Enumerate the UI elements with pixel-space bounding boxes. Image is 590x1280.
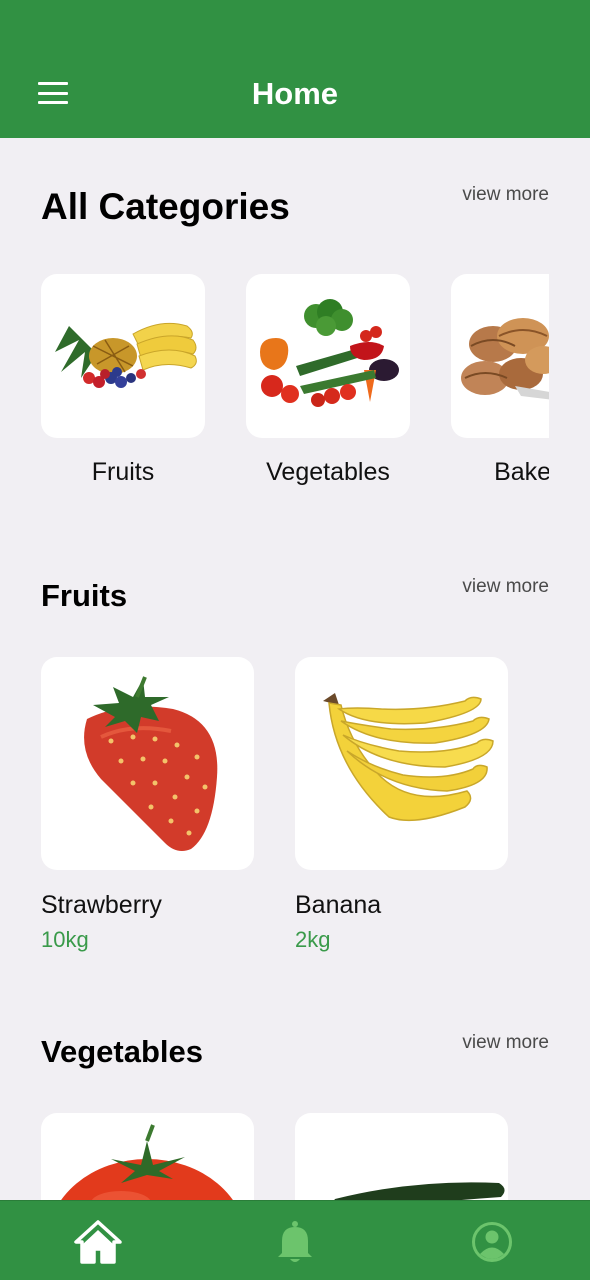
- product-card[interactable]: [295, 657, 508, 870]
- category-item-bakery[interactable]: Bakery: [451, 274, 549, 486]
- category-card[interactable]: [246, 274, 410, 438]
- banana-image: [323, 693, 494, 822]
- category-card[interactable]: [451, 274, 549, 438]
- product-name: Strawberry: [41, 891, 162, 919]
- category-item-vegetables[interactable]: Vegetables: [246, 274, 410, 486]
- app-bar: Home: [0, 0, 590, 138]
- profile-icon: [472, 1222, 512, 1262]
- product-weight: 10kg: [41, 927, 89, 952]
- category-item-fruits[interactable]: Fruits: [41, 274, 205, 486]
- categories-section-title: All Categories: [41, 186, 290, 227]
- categories-view-more-link[interactable]: view more: [462, 184, 549, 206]
- product-item-cucumber[interactable]: [295, 1113, 508, 1200]
- product-item-strawberry[interactable]: Strawberry 10kg: [41, 657, 254, 952]
- nav-notifications-button[interactable]: [270, 1217, 320, 1267]
- category-label: Vegetables: [266, 458, 390, 486]
- product-name: Banana: [295, 891, 382, 919]
- vegetables-section-title: Vegetables: [41, 1034, 203, 1069]
- home-icon: [74, 1220, 122, 1264]
- bakery-image: [461, 318, 549, 400]
- category-card[interactable]: [41, 274, 205, 438]
- bell-icon: [278, 1221, 312, 1262]
- vegetables-view-more-link[interactable]: view more: [462, 1032, 549, 1054]
- fruits-carousel[interactable]: Strawberry 10kg Banana 2kg: [41, 657, 549, 957]
- bottom-navigation: [0, 1200, 590, 1280]
- page-title: Home: [251, 76, 339, 111]
- vegetables-image: [260, 299, 399, 407]
- product-weight: 2kg: [295, 927, 331, 952]
- category-label: Bakery: [494, 458, 549, 486]
- product-card[interactable]: [295, 1113, 508, 1200]
- category-label: Fruits: [91, 458, 155, 486]
- tomato-image: [61, 1124, 233, 1200]
- product-card[interactable]: [41, 1113, 254, 1200]
- vegetables-carousel[interactable]: [41, 1113, 549, 1200]
- nav-home-button[interactable]: [73, 1217, 123, 1267]
- fruits-view-more-link[interactable]: view more: [462, 576, 549, 598]
- home-content[interactable]: All Categories view more Fruits Vegetabl…: [0, 138, 590, 1200]
- cucumber-image: [334, 1182, 505, 1200]
- strawberry-image: [84, 676, 218, 851]
- nav-profile-button[interactable]: [467, 1217, 517, 1267]
- categories-carousel[interactable]: Fruits Vegetables Bake: [41, 274, 549, 494]
- fruits-section-title: Fruits: [41, 578, 128, 613]
- product-item-banana[interactable]: Banana 2kg: [295, 657, 508, 952]
- product-item-tomato[interactable]: [41, 1113, 254, 1200]
- fruits-image: [55, 322, 197, 388]
- product-card[interactable]: [41, 657, 254, 870]
